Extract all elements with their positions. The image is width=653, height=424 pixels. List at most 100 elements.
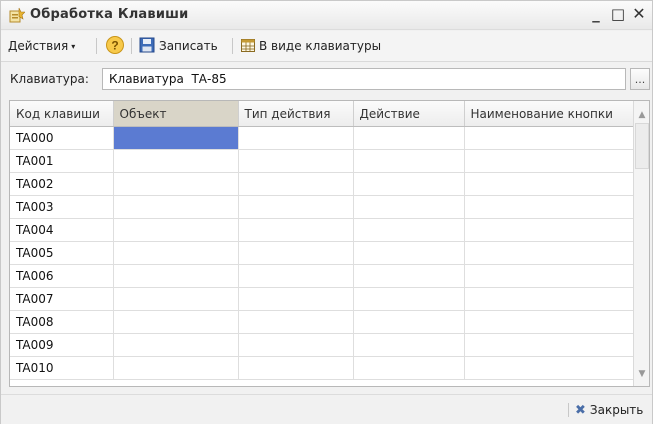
key-code-cell[interactable]: TA002 [10, 172, 114, 196]
table-cell[interactable] [353, 310, 465, 334]
table-cell[interactable] [464, 264, 634, 288]
save-button[interactable]: Записать [159, 36, 218, 56]
close-x-icon: ✖ [575, 403, 586, 418]
vertical-scrollbar[interactable]: ▲ ▼ [633, 101, 649, 386]
table-row[interactable]: TA000 [10, 126, 634, 150]
table-cell[interactable] [113, 126, 239, 150]
table-row[interactable]: TA007 [10, 287, 634, 311]
table-cell[interactable] [113, 264, 239, 288]
column-header-action[interactable]: Действие [353, 101, 465, 127]
key-code-cell[interactable]: TA000 [10, 126, 114, 150]
table-cell[interactable] [464, 356, 634, 380]
table-cell[interactable] [238, 241, 354, 265]
table-row[interactable]: TA003 [10, 195, 634, 219]
table-cell[interactable] [113, 356, 239, 380]
key-code-cell[interactable]: TA006 [10, 264, 114, 288]
table-cell[interactable] [238, 356, 354, 380]
key-code-cell[interactable]: TA001 [10, 149, 114, 173]
table-cell[interactable] [113, 172, 239, 196]
table-cell[interactable] [353, 287, 465, 311]
table-row[interactable]: TA004 [10, 218, 634, 242]
scroll-up-icon[interactable]: ▲ [634, 107, 649, 123]
close-button-label: Закрыть [589, 403, 644, 417]
keys-table: Код клавиши Объект Тип действия Действие… [9, 100, 650, 387]
table-cell[interactable] [353, 356, 465, 380]
table-cell[interactable] [353, 195, 465, 219]
table-cell[interactable] [113, 333, 239, 357]
table-cell[interactable] [238, 149, 354, 173]
key-code-cell[interactable]: TA009 [10, 333, 114, 357]
key-code-cell[interactable]: TA005 [10, 241, 114, 265]
table-cell[interactable] [353, 149, 465, 173]
table-row[interactable]: TA001 [10, 149, 634, 173]
table-row[interactable]: TA010 [10, 356, 634, 380]
table-cell[interactable] [464, 333, 634, 357]
keyboard-view-button[interactable]: В виде клавиатуры [259, 36, 381, 56]
scroll-down-icon[interactable]: ▼ [634, 366, 649, 382]
minimize-button[interactable]: _ [586, 4, 606, 24]
table-cell[interactable] [113, 287, 239, 311]
key-code-cell[interactable]: TA007 [10, 287, 114, 311]
close-button[interactable]: ✖ Закрыть [575, 401, 643, 419]
processing-window: Обработка Клавиши _ □ ✕ Действия ▾ ? Запи… [0, 0, 653, 424]
processing-icon [9, 7, 25, 23]
table-cell[interactable] [353, 333, 465, 357]
toolbar: Действия ▾ ? Записать В виде клавиатуры [1, 31, 652, 62]
table-row[interactable]: TA006 [10, 264, 634, 288]
keyboard-field-input[interactable] [102, 68, 626, 90]
table-cell[interactable] [464, 218, 634, 242]
table-cell[interactable] [238, 195, 354, 219]
actions-menu-button[interactable]: Действия ▾ [8, 36, 75, 56]
column-header-object[interactable]: Объект [113, 101, 239, 127]
column-header-key-code[interactable]: Код клавиши [10, 101, 114, 127]
scroll-thumb[interactable] [635, 123, 649, 169]
keyboard-field-row: Клавиатура: ... [1, 67, 652, 93]
table-body: TA000 TA001 TA002 TA003 TA004 TA005 TA006 TA007… [10, 126, 634, 380]
keyboard-icon[interactable] [241, 39, 255, 52]
table-row[interactable]: TA009 [10, 333, 634, 357]
maximize-button[interactable]: □ [608, 4, 628, 24]
table-cell[interactable] [353, 218, 465, 242]
table-cell[interactable] [353, 172, 465, 196]
table-cell[interactable] [464, 287, 634, 311]
table-cell[interactable] [238, 218, 354, 242]
table-cell[interactable] [238, 126, 354, 150]
column-header-button-name[interactable]: Наименование кнопки [464, 101, 634, 127]
table-cell[interactable] [353, 126, 465, 150]
toolbar-divider [131, 38, 132, 54]
table-cell[interactable] [464, 310, 634, 334]
table-cell[interactable] [238, 333, 354, 357]
table-cell[interactable] [238, 172, 354, 196]
table-cell[interactable] [353, 264, 465, 288]
table-cell[interactable] [113, 218, 239, 242]
close-window-button[interactable]: ✕ [629, 4, 649, 24]
table-row[interactable]: TA008 [10, 310, 634, 334]
table-cell[interactable] [464, 172, 634, 196]
key-code-cell[interactable]: TA010 [10, 356, 114, 380]
table-cell[interactable] [238, 310, 354, 334]
key-code-cell[interactable]: TA008 [10, 310, 114, 334]
chevron-down-icon: ▾ [71, 42, 76, 51]
table-cell[interactable] [113, 195, 239, 219]
keyboard-select-button[interactable]: ... [630, 68, 650, 90]
table-cell[interactable] [464, 195, 634, 219]
column-header-action-type[interactable]: Тип действия [238, 101, 354, 127]
table-row[interactable]: TA002 [10, 172, 634, 196]
table-cell[interactable] [464, 149, 634, 173]
table-cell[interactable] [353, 241, 465, 265]
table-row[interactable]: TA005 [10, 241, 634, 265]
table-cell[interactable] [113, 149, 239, 173]
table-cell[interactable] [464, 241, 634, 265]
key-code-cell[interactable]: TA004 [10, 218, 114, 242]
table-cell[interactable] [113, 241, 239, 265]
table-header-row: Код клавиши Объект Тип действия Действие… [10, 101, 634, 127]
table-cell[interactable] [464, 126, 634, 150]
title-bar: Обработка Клавиши _ □ ✕ [1, 1, 652, 30]
floppy-icon[interactable] [139, 37, 155, 53]
key-code-cell[interactable]: TA003 [10, 195, 114, 219]
help-icon[interactable]: ? [105, 35, 125, 55]
table-cell[interactable] [113, 310, 239, 334]
table-cell[interactable] [238, 264, 354, 288]
help-symbol: ? [111, 38, 118, 52]
table-cell[interactable] [238, 287, 354, 311]
